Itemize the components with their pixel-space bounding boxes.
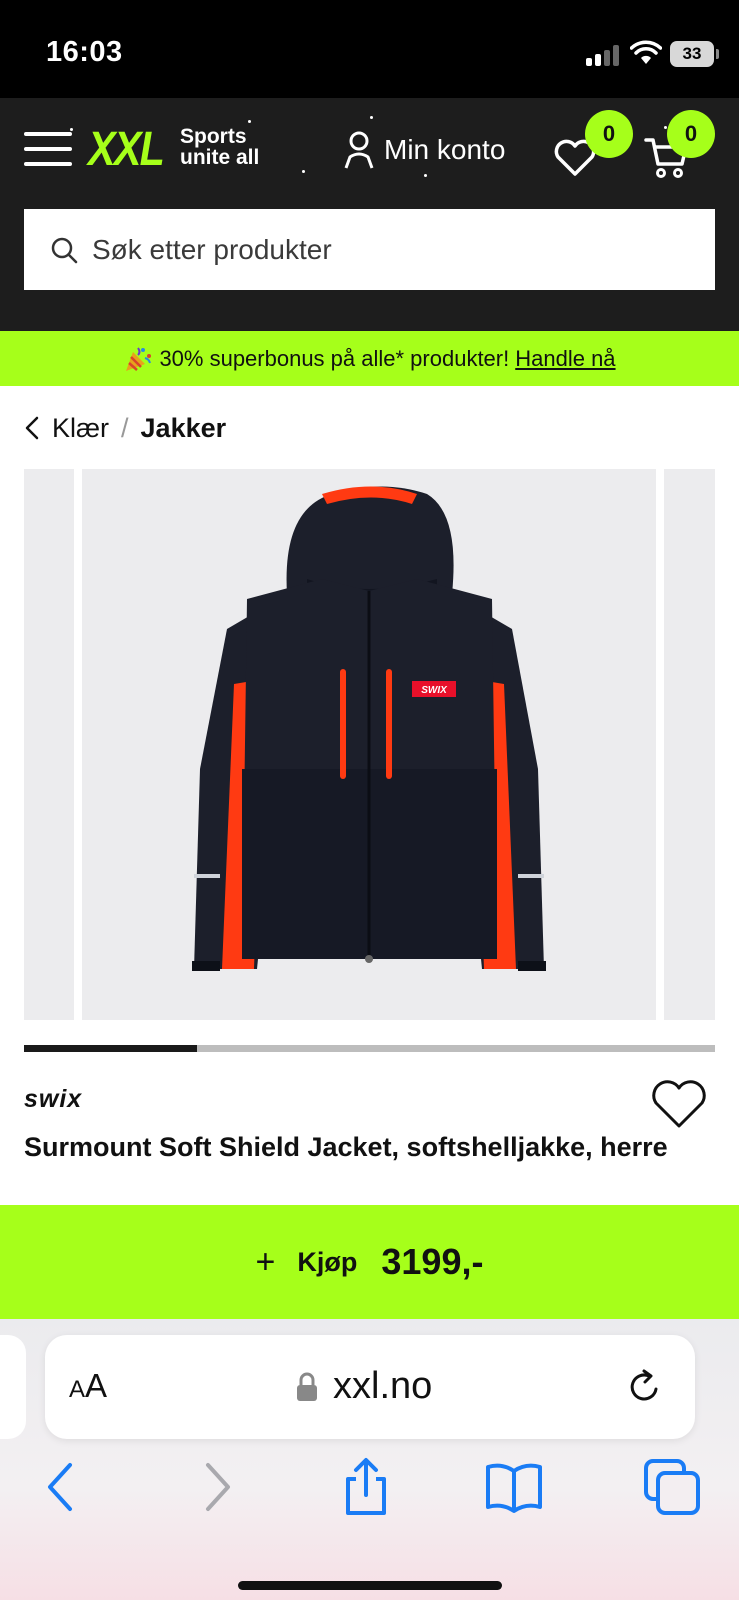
snow-dot (370, 116, 373, 119)
promo-text: 30% superbonus på alle* produkter! (159, 345, 510, 371)
tabs-icon (644, 1459, 700, 1515)
logo-tagline-line-1: Sports (180, 125, 247, 148)
promo-link[interactable]: Handle nå (515, 346, 615, 372)
battery-tip (716, 49, 719, 59)
hamburger-bar (24, 162, 72, 166)
jacket-image: SWIX (192, 486, 546, 971)
snow-dot (424, 174, 427, 177)
browser-toolbar: AA xxl.no (0, 1319, 739, 1600)
previous-slide[interactable] (24, 469, 74, 1020)
book-icon (486, 1463, 542, 1513)
logo-wordmark: XXL (88, 123, 165, 176)
lock-icon (297, 1372, 317, 1401)
hamburger-bar (24, 147, 72, 151)
bookmarks-button[interactable] (484, 1457, 544, 1517)
status-time: 16:03 (46, 36, 123, 68)
brand-logo[interactable]: swix (24, 1085, 82, 1114)
breadcrumb: Klær / Jakker (24, 408, 226, 448)
party-popper-icon (126, 346, 152, 371)
search-input[interactable] (92, 233, 652, 266)
cellular-signal-icon (586, 44, 622, 66)
back-arrow-icon (48, 1463, 72, 1511)
account-link[interactable]: Min konto (344, 128, 505, 172)
product-image-carousel[interactable]: SWIX (24, 469, 715, 1020)
home-indicator (238, 1581, 502, 1590)
tabs-button[interactable] (642, 1457, 702, 1517)
url-text: xxl.no (333, 1365, 433, 1407)
carousel-progress (24, 1045, 715, 1052)
account-label: Min konto (384, 134, 506, 165)
breadcrumb-separator: / (121, 412, 129, 443)
person-icon (344, 131, 374, 169)
status-bar: 16:03 33 (0, 0, 739, 98)
jacket-logo-text: SWIX (421, 685, 448, 696)
cart-count-badge: 0 (667, 110, 715, 158)
snow-dot (70, 128, 73, 131)
buy-button[interactable]: + Kjøp 3199,- (0, 1205, 739, 1319)
text-size-button[interactable]: AA (69, 1367, 107, 1405)
xxl-logo[interactable]: XXL Sports unite all (88, 120, 288, 178)
search-bar[interactable] (24, 209, 715, 290)
product-image[interactable]: SWIX (82, 469, 656, 1020)
reload-icon[interactable] (625, 1367, 665, 1407)
logo-tagline-line-2: unite all (180, 146, 260, 169)
previous-tab-peek[interactable] (0, 1335, 26, 1439)
menu-button[interactable] (24, 132, 72, 166)
url-display[interactable]: xxl.no (295, 1365, 432, 1408)
breadcrumb-parent[interactable]: Klær (52, 413, 109, 444)
wifi-icon (630, 40, 662, 64)
favorite-button[interactable] (650, 1078, 710, 1134)
product-price: 3199,- (381, 1241, 484, 1282)
text-size-large: A (85, 1367, 108, 1404)
safari-nav (0, 1457, 739, 1527)
product-title: Surmount Soft Shield Jacket, softshellja… (24, 1132, 668, 1162)
forward-button[interactable] (190, 1457, 250, 1517)
forward-arrow-icon (206, 1463, 230, 1511)
snow-dot (302, 170, 305, 173)
battery-level: 33 (670, 41, 714, 67)
address-bar[interactable]: AA xxl.no (45, 1335, 695, 1439)
hamburger-icon (24, 132, 72, 136)
plus-icon: + (255, 1242, 276, 1281)
site-header: XXL Sports unite all Min konto 0 0 (0, 98, 739, 331)
share-button[interactable] (336, 1457, 396, 1517)
logo-tagline: Sports unite all (180, 126, 259, 168)
chevron-left-icon[interactable] (24, 415, 40, 441)
next-slide[interactable] (664, 469, 715, 1020)
wishlist-count-badge: 0 (585, 110, 633, 158)
promo-banner: 30% superbonus på alle* produkter! Handl… (0, 331, 739, 386)
share-icon (346, 1458, 386, 1515)
heart-outline-icon (652, 1080, 706, 1128)
back-button[interactable] (38, 1457, 98, 1517)
breadcrumb-current: Jakker (140, 412, 227, 443)
buy-label: Kjøp (297, 1246, 358, 1277)
text-size-small: A (69, 1376, 86, 1403)
search-icon (51, 237, 78, 263)
carousel-progress-fill (24, 1045, 197, 1052)
